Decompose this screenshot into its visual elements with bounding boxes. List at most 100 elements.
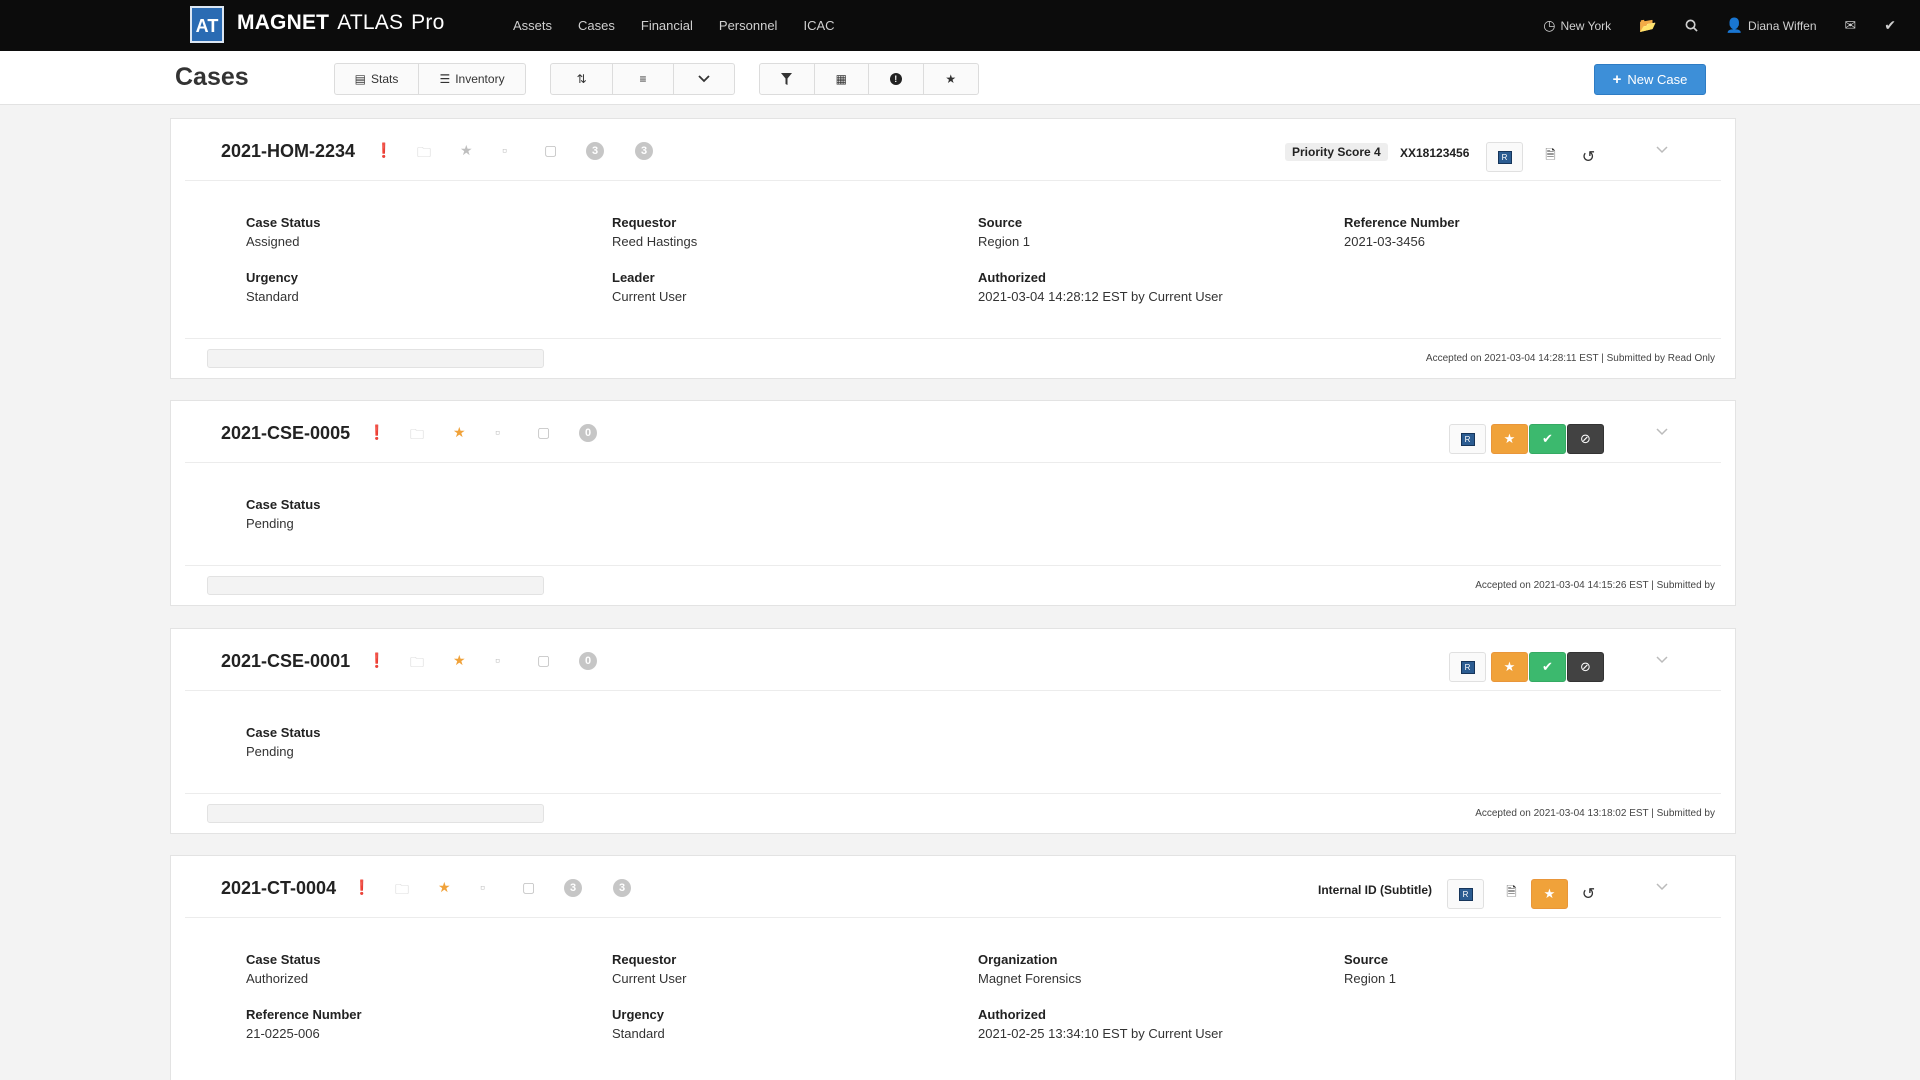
- star-icon: ★: [1503, 659, 1516, 674]
- new-case-button[interactable]: + New Case: [1594, 64, 1706, 95]
- chevron-down-icon: [1656, 146, 1668, 154]
- inventory-button[interactable]: ☰ Inventory: [419, 64, 525, 94]
- filter-group: ▦ ! ★: [759, 63, 979, 95]
- folder-icon[interactable]: 🗀: [410, 652, 424, 676]
- brand-title[interactable]: MAGNET ATLAS Pro: [237, 11, 444, 35]
- expand-chevron[interactable]: [1656, 878, 1668, 894]
- nav-financial[interactable]: Financial: [628, 18, 706, 33]
- search-button[interactable]: [1671, 19, 1712, 32]
- undo-button[interactable]: ↺: [1570, 142, 1607, 172]
- more-options-dropdown[interactable]: [674, 64, 734, 94]
- case-id[interactable]: 2021-CSE-0005: [221, 423, 350, 444]
- field-case-status: Case Status Pending: [246, 725, 321, 759]
- tasks-button[interactable]: ✔: [1870, 17, 1920, 34]
- clipboard-icon[interactable]: ▫: [495, 424, 500, 440]
- sort-icon: ⇅: [576, 72, 587, 86]
- folder-icon[interactable]: 🗀: [395, 879, 409, 903]
- case-card: 2021-HOM-2234 ❗ 🗀 ★ ▫ ▢ 3 3 Priority Sco…: [170, 118, 1736, 379]
- trash-icon[interactable]: ▢: [537, 652, 550, 669]
- location-selector[interactable]: ◷ New York: [1529, 17, 1625, 34]
- sort-group: ⇅ ≡: [550, 63, 735, 95]
- clipboard-icon[interactable]: ▫: [480, 879, 485, 895]
- export-file-button[interactable]: 🗎: [1493, 879, 1530, 909]
- alert-circle-icon[interactable]: ❗: [368, 424, 385, 441]
- trash-icon[interactable]: ▢: [537, 424, 550, 441]
- case-card: 2021-CSE-0001 ❗ 🗀 ★ ▫ ▢ 0 R ★ ✔ ⊘ Case S…: [170, 628, 1736, 834]
- internal-id-subtitle: Internal ID (Subtitle): [1318, 883, 1432, 897]
- reject-button[interactable]: ⊘: [1567, 424, 1604, 454]
- approve-button[interactable]: ✔: [1529, 652, 1566, 682]
- expand-chevron[interactable]: [1656, 141, 1668, 157]
- expand-chevron[interactable]: [1656, 651, 1668, 667]
- star-icon[interactable]: ★: [438, 879, 451, 896]
- list-icon: ≡: [639, 72, 647, 86]
- messages-button[interactable]: ✉: [1831, 17, 1871, 34]
- export-file-button[interactable]: 🗎: [1532, 142, 1569, 172]
- undo-button[interactable]: ↺: [1570, 879, 1607, 909]
- case-card: 2021-CT-0004 ❗ 🗀 ★ ▫ ▢ 3 3 Internal ID (…: [170, 855, 1736, 1080]
- field-requestor: Requestor Current User: [612, 952, 687, 986]
- case-id[interactable]: 2021-HOM-2234: [221, 141, 355, 162]
- star-icon: ★: [1543, 886, 1556, 901]
- stats-button[interactable]: ▤ Stats: [335, 64, 419, 94]
- star-icon[interactable]: ★: [453, 424, 466, 441]
- star-case-button[interactable]: ★: [1491, 652, 1528, 682]
- alert-circle-icon: !: [889, 73, 902, 85]
- expand-chevron[interactable]: [1656, 423, 1668, 439]
- undo-icon: ↺: [1581, 886, 1596, 903]
- field-reference-number: Reference Number 21-0225-006: [246, 1007, 362, 1041]
- case-id[interactable]: 2021-CSE-0001: [221, 651, 350, 672]
- alert-circle-icon[interactable]: ❗: [353, 879, 370, 896]
- star-icon[interactable]: ★: [460, 142, 473, 159]
- field-source: Source Region 1: [1344, 952, 1397, 986]
- field-case-status: Case Status Assigned: [246, 215, 321, 249]
- alert-circle-icon[interactable]: ❗: [368, 652, 385, 669]
- field-leader: Leader Current User: [612, 270, 687, 304]
- approve-button[interactable]: ✔: [1529, 424, 1566, 454]
- list-view-button[interactable]: ≡: [613, 64, 674, 94]
- case-footer-status: Accepted on 2021-03-04 14:28:11 EST | Su…: [1425, 353, 1715, 364]
- count-badge: 0: [579, 424, 597, 442]
- alert-circle-icon[interactable]: ❗: [375, 142, 392, 159]
- ban-icon: ⊘: [1580, 431, 1591, 446]
- folder-icon[interactable]: 🗀: [417, 142, 431, 166]
- undo-icon: ↺: [1581, 149, 1596, 166]
- clipboard-icon[interactable]: ▫: [495, 652, 500, 668]
- file-icon: 🗎: [1545, 147, 1556, 162]
- field-authorized: Authorized 2021-03-04 14:28:12 EST by Cu…: [978, 270, 1223, 304]
- field-organization: Organization Magnet Forensics: [978, 952, 1082, 986]
- field-reference-number: Reference Number 2021-03-3456: [1344, 215, 1460, 249]
- user-menu[interactable]: 👤 Diana Wiffen: [1712, 17, 1831, 34]
- nav-personnel[interactable]: Personnel: [706, 18, 791, 33]
- report-icon: R: [1460, 432, 1475, 446]
- case-id[interactable]: 2021-CT-0004: [221, 878, 336, 899]
- case-report-button[interactable]: R: [1449, 652, 1486, 682]
- folder-icon[interactable]: 🗀: [410, 424, 424, 448]
- case-report-button[interactable]: R: [1449, 424, 1486, 454]
- sort-button[interactable]: ⇅: [551, 64, 613, 94]
- atlas-logo[interactable]: AT: [190, 6, 224, 43]
- case-progress-bar: [207, 349, 544, 368]
- case-report-button[interactable]: R: [1486, 142, 1523, 172]
- cases-folder-button[interactable]: 📂: [1625, 17, 1670, 34]
- trash-icon[interactable]: ▢: [544, 142, 557, 159]
- nav-cases[interactable]: Cases: [565, 18, 628, 33]
- alert-filter-button[interactable]: !: [869, 64, 924, 94]
- nav-assets[interactable]: Assets: [500, 18, 565, 33]
- file-icon: 🗎: [1506, 884, 1517, 899]
- case-report-button[interactable]: R: [1447, 879, 1484, 909]
- filter-button[interactable]: [760, 64, 815, 94]
- reject-button[interactable]: ⊘: [1567, 652, 1604, 682]
- case-card: 2021-CSE-0005 ❗ 🗀 ★ ▫ ▢ 0 R ★ ✔ ⊘ Case S…: [170, 400, 1736, 606]
- star-case-button[interactable]: ★: [1491, 424, 1528, 454]
- case-progress-bar: [207, 804, 544, 823]
- star-icon[interactable]: ★: [453, 652, 466, 669]
- star-case-button[interactable]: ★: [1531, 879, 1568, 909]
- page-title: Cases: [175, 63, 249, 91]
- clipboard-icon[interactable]: ▫: [502, 142, 507, 158]
- nav-icac[interactable]: ICAC: [790, 18, 847, 33]
- trash-icon[interactable]: ▢: [522, 879, 535, 896]
- starred-filter-button[interactable]: ★: [924, 64, 979, 94]
- calendar-button[interactable]: ▦: [815, 64, 869, 94]
- check-icon: ✔: [1884, 17, 1896, 33]
